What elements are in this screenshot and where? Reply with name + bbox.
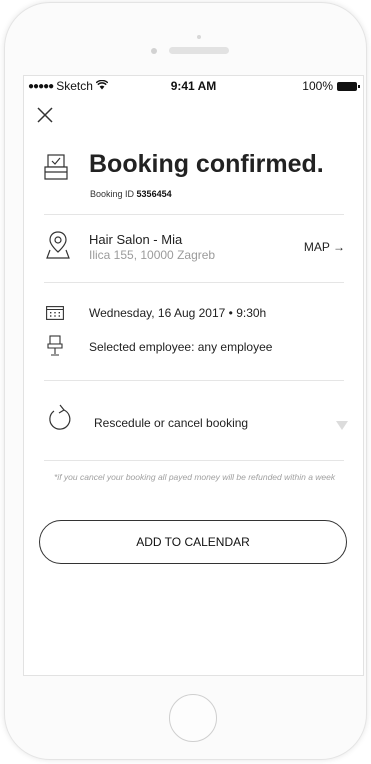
status-bar: ●●●●● Sketch 9:41 AM 100% xyxy=(24,76,363,96)
front-camera xyxy=(151,48,157,54)
pin-icon xyxy=(46,230,70,260)
divider xyxy=(44,460,344,461)
salon-info: Hair Salon - Mia Ilica 155, 10000 Zagreb… xyxy=(44,226,345,271)
confirm-icon xyxy=(44,154,68,180)
reschedule-label: Rescedule or cancel booking xyxy=(94,416,249,430)
app-screen: ●●●●● Sketch 9:41 AM 100% Booking confir… xyxy=(23,75,364,676)
battery-percentage: 100% xyxy=(302,79,333,93)
confirmation-header: Booking confirmed. Booking ID 5356454 xyxy=(44,150,344,210)
salon-address: Ilica 155, 10000 Zagreb xyxy=(89,248,216,262)
divider xyxy=(44,282,344,283)
booking-id-label: Booking ID xyxy=(90,189,135,199)
sensor-dot xyxy=(197,35,201,39)
close-icon[interactable] xyxy=(34,104,56,126)
calendar-icon xyxy=(46,306,64,320)
add-to-calendar-button[interactable]: ADD TO CALENDAR xyxy=(39,520,347,564)
battery-icon xyxy=(337,81,360,91)
appointment-date: Wednesday, 16 Aug 2017 • 9:30h xyxy=(44,302,344,322)
reschedule-dropdown[interactable]: Rescedule or cancel booking xyxy=(44,404,348,436)
chair-icon xyxy=(47,335,63,356)
earpiece-speaker xyxy=(169,47,229,54)
booking-id: Booking ID 5356454 xyxy=(90,189,172,199)
chevron-down-icon xyxy=(336,417,348,430)
divider xyxy=(44,380,344,381)
refresh-icon xyxy=(46,404,74,434)
booking-id-value: 5356454 xyxy=(136,189,172,199)
map-link[interactable]: MAP → xyxy=(304,240,345,254)
page-title: Booking confirmed. xyxy=(89,150,324,178)
employee-info: Selected employee: any employee xyxy=(44,334,344,356)
salon-name: Hair Salon - Mia xyxy=(89,232,183,247)
employee-text: Selected employee: any employee xyxy=(89,340,273,354)
home-button[interactable] xyxy=(169,694,217,742)
refund-note: *if you cancel your booking all payed mo… xyxy=(54,472,336,482)
date-time-text: Wednesday, 16 Aug 2017 • 9:30h xyxy=(89,306,267,320)
divider xyxy=(44,214,344,215)
status-right: 100% xyxy=(302,79,360,93)
